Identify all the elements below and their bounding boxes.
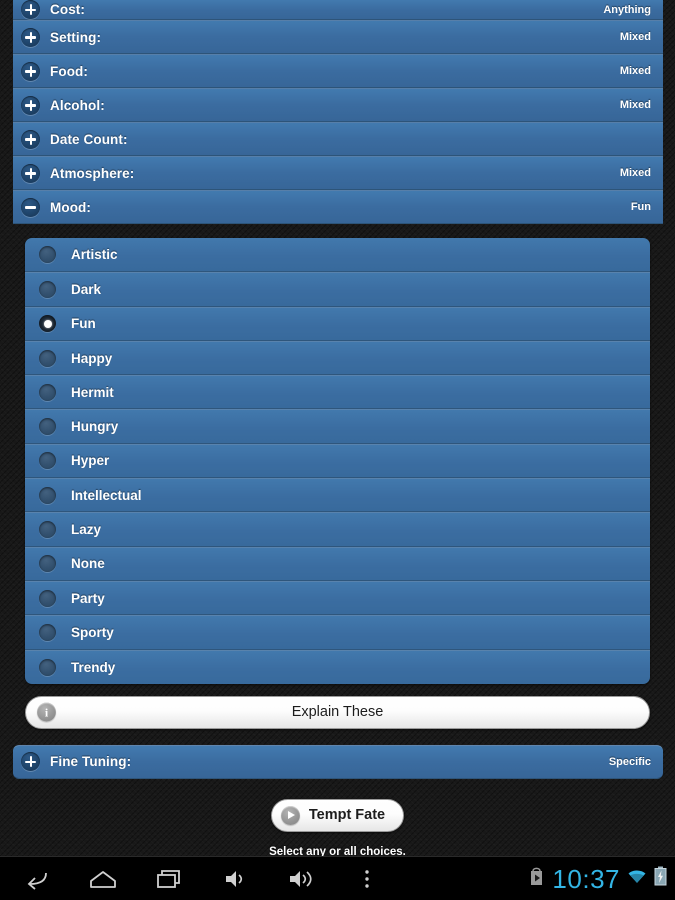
- accordion-row-food[interactable]: Food: Mixed: [13, 54, 663, 88]
- list-item[interactable]: Trendy: [25, 649, 650, 684]
- accordion-label: Cost:: [50, 2, 85, 17]
- radio-button-icon[interactable]: [39, 280, 56, 298]
- accordion-row-alcohol[interactable]: Alcohol: Mixed: [13, 88, 663, 122]
- accordion-value: Mixed: [619, 31, 651, 43]
- list-item-label: Artistic: [71, 247, 118, 263]
- list-item-label: Happy: [71, 350, 113, 366]
- tempt-fate-button[interactable]: Tempt Fate: [270, 798, 405, 832]
- home-icon[interactable]: [86, 862, 120, 896]
- accordion-value: Mixed: [619, 99, 651, 111]
- accordion-label: Mood:: [50, 199, 91, 215]
- overflow-menu-icon[interactable]: [350, 862, 384, 896]
- play-circle-icon: [280, 805, 300, 825]
- accordion-value: Specific: [608, 755, 651, 768]
- radio-button-icon[interactable]: [39, 623, 56, 641]
- list-item[interactable]: Fun: [25, 306, 650, 341]
- battery-charging-icon: [654, 866, 667, 891]
- android-navigation-bar: 10:37: [0, 856, 675, 900]
- back-icon[interactable]: [20, 862, 54, 896]
- list-item-label: Sporty: [71, 624, 114, 640]
- nav-button-group: [0, 862, 384, 896]
- explain-these-button[interactable]: i Explain These: [25, 695, 650, 729]
- radio-button-icon[interactable]: [39, 555, 56, 573]
- play-store-icon: [527, 865, 546, 892]
- plus-icon: [21, 0, 40, 19]
- accordion-label: Food:: [50, 63, 88, 79]
- info-icon: i: [37, 702, 56, 722]
- plus-icon: [21, 95, 40, 115]
- radio-button-icon[interactable]: [39, 452, 56, 470]
- list-item-label: Intellectual: [71, 487, 142, 503]
- status-area: 10:37: [527, 865, 675, 892]
- accordion-value: Mixed: [619, 65, 651, 77]
- list-item[interactable]: Happy: [25, 340, 650, 376]
- wifi-icon: [626, 867, 648, 890]
- radio-button-icon[interactable]: [39, 521, 56, 539]
- list-item-label: Hungry: [71, 419, 119, 435]
- list-item[interactable]: Hyper: [25, 443, 650, 479]
- plus-icon: [21, 163, 40, 183]
- app-root: Cost: Anything Setting: Mixed Food: Mixe…: [0, 0, 675, 900]
- list-item-label: Hermit: [71, 384, 114, 400]
- list-item-label: Hyper: [71, 453, 110, 469]
- radio-button-icon-selected[interactable]: [39, 315, 56, 333]
- list-item-label: Lazy: [71, 522, 102, 538]
- accordion-label: Atmosphere:: [50, 165, 135, 181]
- accordion-row-date-count[interactable]: Date Count:: [13, 122, 663, 156]
- accordion-row-cost[interactable]: Cost: Anything: [13, 0, 663, 20]
- hint-text: Select any or all choices.: [269, 845, 406, 856]
- radio-button-icon[interactable]: [39, 383, 56, 401]
- list-item-label: Trendy: [71, 659, 116, 675]
- list-item[interactable]: Dark: [25, 272, 650, 307]
- accordion-label: Date Count:: [50, 131, 128, 147]
- list-item-label: Party: [71, 590, 105, 606]
- radio-button-icon[interactable]: [39, 486, 56, 504]
- list-item[interactable]: Hungry: [25, 409, 650, 444]
- info-glyph: i: [44, 705, 49, 720]
- fine-tuning-accordion: Fine Tuning: Specific: [13, 744, 663, 779]
- accordion-label: Setting:: [50, 29, 102, 45]
- plus-icon: [21, 752, 40, 772]
- radio-button-icon[interactable]: [39, 246, 56, 264]
- category-accordion: Cost: Anything Setting: Mixed Food: Mixe…: [13, 0, 663, 224]
- mood-option-list: Artistic Dark Fun Happy Hermit Hungry Hy…: [25, 238, 650, 684]
- accordion-value: Anything: [603, 3, 651, 16]
- list-item[interactable]: Party: [25, 580, 650, 616]
- radio-button-icon[interactable]: [39, 349, 56, 367]
- list-item[interactable]: Hermit: [25, 375, 650, 410]
- accordion-label: Alcohol:: [50, 97, 105, 113]
- play-glyph: [288, 811, 296, 820]
- radio-button-icon[interactable]: [39, 418, 56, 436]
- accordion-label: Fine Tuning:: [50, 754, 132, 770]
- accordion-row-mood[interactable]: Mood: Fun: [13, 190, 663, 224]
- accordion-value: Fun: [630, 201, 651, 213]
- list-item[interactable]: Artistic: [25, 238, 650, 273]
- list-item[interactable]: Lazy: [25, 512, 650, 547]
- recents-icon[interactable]: [152, 862, 186, 896]
- explain-these-label: Explain These: [291, 704, 384, 721]
- list-item-label: Dark: [71, 281, 102, 297]
- radio-button-icon[interactable]: [39, 658, 56, 676]
- plus-icon: [21, 27, 40, 47]
- minus-icon: [21, 197, 40, 217]
- tempt-fate-label: Tempt Fate: [308, 807, 386, 824]
- list-item[interactable]: None: [25, 546, 650, 581]
- accordion-value: Mixed: [619, 167, 651, 179]
- radio-button-icon[interactable]: [39, 589, 56, 607]
- plus-icon: [21, 129, 40, 149]
- list-item[interactable]: Intellectual: [25, 478, 650, 513]
- list-item-label: Fun: [71, 316, 96, 332]
- volume-down-icon[interactable]: [218, 862, 252, 896]
- plus-icon: [21, 61, 40, 81]
- scroll-content[interactable]: Cost: Anything Setting: Mixed Food: Mixe…: [0, 0, 675, 856]
- list-item-label: None: [71, 556, 105, 572]
- tempt-fate-section: Tempt Fate Select any or all choices.: [0, 798, 675, 856]
- accordion-row-fine-tuning[interactable]: Fine Tuning: Specific: [13, 744, 663, 779]
- accordion-row-atmosphere[interactable]: Atmosphere: Mixed: [13, 156, 663, 190]
- volume-up-icon[interactable]: [284, 862, 318, 896]
- accordion-row-setting[interactable]: Setting: Mixed: [13, 20, 663, 54]
- status-clock: 10:37: [552, 863, 620, 894]
- list-item[interactable]: Sporty: [25, 615, 650, 650]
